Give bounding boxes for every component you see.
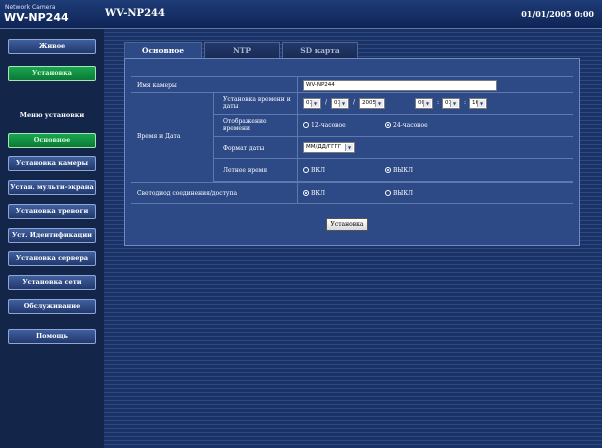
chevron-down-icon: ▼ [423, 100, 431, 107]
brand-model: WV-NP244 [4, 11, 69, 24]
dst-label: Летнее время [223, 167, 268, 174]
time-separator: : [464, 99, 467, 106]
time-separator: : [437, 99, 440, 106]
sidebar-item-authentication[interactable]: Уст. Идентификации [8, 228, 96, 243]
chevron-down-icon: ▼ [339, 100, 347, 107]
tab-basic[interactable]: Основное [124, 42, 202, 59]
top-bar: Network Camera WV-NP244 WV-NP244 01/01/2… [0, 0, 602, 29]
time-display-label: Отображение времени [223, 118, 267, 132]
live-button[interactable]: Живое [8, 39, 96, 54]
dst-row: Летнее время ВКЛ ВЫКЛ [213, 159, 573, 182]
camera-name-label: Имя камеры [137, 82, 177, 89]
chevron-down-icon: ▼ [311, 100, 319, 107]
sidebar-item-maintenance[interactable]: Обслуживание [8, 299, 96, 314]
date-separator: / [325, 99, 328, 106]
day-select[interactable]: 01 ▼ [331, 98, 349, 109]
year-select[interactable]: 2005 ▼ [359, 98, 385, 109]
date-format-label: Формат даты [223, 145, 265, 152]
page-title: WV-NP244 [105, 8, 165, 19]
hour-select[interactable]: 00 ▼ [415, 98, 433, 109]
radio-dst-on[interactable]: ВКЛ [303, 166, 326, 174]
radio-dot-icon [385, 121, 391, 128]
set-time-row: Установка времени и даты 01 ▼ / 01 ▼ / 200… [213, 93, 573, 115]
time-display-row: Отображение времени 12-часовое 24-часово… [213, 115, 573, 137]
camera-name-input[interactable]: WV-NP244 [303, 80, 497, 91]
submit-button[interactable]: Установка [326, 218, 368, 231]
year-value: 2005 [362, 100, 376, 106]
radio-led-on-label: ВКЛ [311, 190, 326, 197]
sidebar-item-network[interactable]: Установка сети [8, 275, 96, 290]
second-select[interactable]: 16 ▼ [469, 98, 487, 109]
radio-led-off-label: ВЫКЛ [393, 190, 413, 197]
sidebar-item-basic[interactable]: Основное [8, 133, 96, 148]
radio-led-on[interactable]: ВКЛ [303, 189, 326, 197]
radio-dst-on-label: ВКЛ [311, 167, 326, 174]
month-select[interactable]: 01 ▼ [303, 98, 321, 109]
tab-sd-card[interactable]: SD карта памяти [282, 42, 358, 71]
chevron-down-icon: ▼ [345, 144, 353, 151]
set-time-label: Установка времени и даты [223, 96, 291, 110]
radio-dot-icon [385, 189, 391, 196]
minute-select[interactable]: 01 ▼ [442, 98, 460, 109]
setup-button[interactable]: Установка [8, 66, 96, 81]
radio-dot-icon [303, 121, 309, 128]
chevron-down-icon: ▼ [477, 100, 485, 107]
led-label: Светодиод соединения/доступа [137, 190, 238, 197]
radio-24-hour-label: 24-часовое [393, 122, 428, 129]
radio-dot-icon [303, 189, 309, 196]
brand-subtitle: Network Camera [5, 4, 56, 11]
tab-ntp[interactable]: NTP [204, 42, 280, 58]
radio-led-off[interactable]: ВЫКЛ [385, 189, 413, 197]
radio-12-hour[interactable]: 12-часовое [303, 121, 346, 129]
date-format-row: Формат даты ММ/ДД/ГГГГ ▼ [213, 137, 573, 159]
chevron-down-icon: ▼ [375, 100, 383, 107]
date-format-select[interactable]: ММ/ДД/ГГГГ ▼ [303, 142, 355, 153]
date-separator: / [353, 99, 356, 106]
current-datetime: 01/01/2005 0:00 [521, 9, 594, 19]
setup-menu-label: Меню установки [19, 111, 85, 119]
sidebar-item-camera-setup[interactable]: Установка камеры [8, 156, 96, 171]
radio-dst-off[interactable]: ВЫКЛ [385, 166, 413, 174]
help-button[interactable]: Помощь [8, 329, 96, 344]
radio-dst-off-label: ВЫКЛ [393, 167, 413, 174]
sidebar-item-server[interactable]: Установка сервера [8, 251, 96, 266]
radio-dot-icon [385, 166, 391, 173]
date-format-value: ММ/ДД/ГГГГ [306, 144, 342, 150]
camera-name-row: Имя камеры WV-NP244 [131, 76, 573, 93]
datetime-group-label: Время и Дата [137, 133, 181, 140]
radio-24-hour[interactable]: 24-часовое [385, 121, 428, 129]
sidebar-item-multiscreen[interactable]: Устан. мульти-экрана [8, 180, 96, 195]
sidebar-item-alarm[interactable]: Установка тревоги [8, 204, 96, 219]
chevron-down-icon: ▼ [450, 100, 458, 107]
sidebar: Живое Установка Меню установки Основное … [0, 29, 104, 448]
radio-dot-icon [303, 166, 309, 173]
radio-12-hour-label: 12-часовое [311, 122, 346, 129]
led-row: Светодиод соединения/доступа ВКЛ ВЫКЛ [131, 182, 573, 204]
main-content: Основное NTP SD карта памяти Имя камеры … [104, 29, 602, 448]
